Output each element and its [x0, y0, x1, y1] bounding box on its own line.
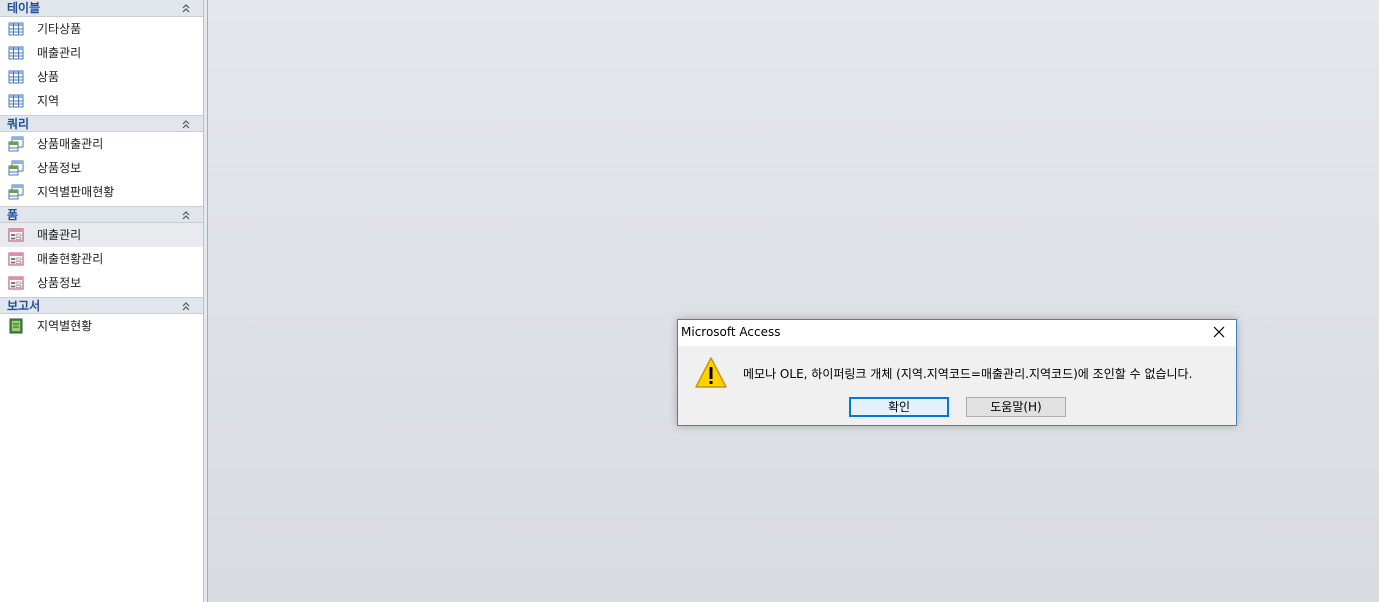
report-icon [9, 318, 23, 334]
nav-item-form[interactable]: 매출현황관리 [0, 247, 203, 271]
nav-item-label: 상품매출관리 [37, 137, 104, 151]
message-dialog: Microsoft Access 메모나 OLE, 하이퍼링크 개체 (지역.지… [677, 319, 1237, 426]
nav-item-label: 상품정보 [37, 161, 82, 175]
table-icon [8, 22, 24, 36]
nav-item-table[interactable]: 상품 [0, 65, 203, 89]
dialog-message: 메모나 OLE, 하이퍼링크 개체 (지역.지역코드=매출관리.지역코드)에 조… [743, 367, 1193, 381]
collapse-chevron-icon[interactable] [181, 208, 191, 222]
nav-group-label: 쿼리 [7, 117, 30, 131]
nav-item-query[interactable]: 상품정보 [0, 156, 203, 180]
nav-group-label: 보고서 [7, 299, 41, 313]
nav-item-label: 매출관리 [37, 228, 82, 242]
nav-item-form-selected[interactable]: 매출관리 [0, 223, 203, 247]
nav-item-query[interactable]: 상품매출관리 [0, 132, 203, 156]
nav-group-header-forms[interactable]: 폼 [0, 206, 203, 223]
query-icon [8, 184, 24, 200]
nav-item-label: 지역별판매현황 [37, 185, 115, 199]
collapse-chevron-icon[interactable] [181, 1, 191, 15]
form-icon [8, 276, 24, 290]
collapse-chevron-icon[interactable] [181, 117, 191, 131]
nav-item-form[interactable]: 상품정보 [0, 271, 203, 295]
nav-item-label: 매출현황관리 [37, 252, 104, 266]
nav-item-label: 기타상품 [37, 22, 82, 36]
dialog-close-button[interactable] [1202, 320, 1236, 346]
navigation-pane: 테이블 기타상품 매출관리 상품 지역 쿼리 상품매출관리 상품정보 지역별판매… [0, 0, 203, 602]
form-icon [8, 228, 24, 242]
nav-item-report[interactable]: 지역별현황 [0, 314, 203, 338]
nav-item-table[interactable]: 기타상품 [0, 17, 203, 41]
nav-item-table[interactable]: 매출관리 [0, 41, 203, 65]
help-button[interactable]: 도움말(H) [966, 397, 1066, 417]
nav-item-label: 상품 [37, 70, 60, 84]
nav-item-label: 지역별현황 [37, 319, 93, 333]
nav-item-label: 상품정보 [37, 276, 82, 290]
collapse-chevron-icon[interactable] [181, 299, 191, 313]
nav-group-header-reports[interactable]: 보고서 [0, 297, 203, 314]
dialog-title: Microsoft Access [681, 325, 781, 339]
nav-group-label: 폼 [7, 208, 19, 222]
query-icon [8, 160, 24, 176]
table-icon [8, 70, 24, 84]
nav-item-query[interactable]: 지역별판매현황 [0, 180, 203, 204]
close-icon [1213, 326, 1225, 338]
ok-button[interactable]: 확인 [849, 397, 949, 417]
nav-item-label: 매출관리 [37, 46, 82, 60]
workspace-background [208, 0, 1379, 602]
warning-icon [695, 357, 727, 388]
table-icon [8, 46, 24, 60]
dialog-titlebar[interactable]: Microsoft Access [678, 320, 1236, 346]
nav-group-label: 테이블 [7, 1, 41, 15]
nav-group-header-queries[interactable]: 쿼리 [0, 115, 203, 132]
nav-item-label: 지역 [37, 94, 60, 108]
query-icon [8, 136, 24, 152]
nav-group-header-tables[interactable]: 테이블 [0, 0, 203, 17]
form-icon [8, 252, 24, 266]
table-icon [8, 94, 24, 108]
nav-item-table[interactable]: 지역 [0, 89, 203, 113]
